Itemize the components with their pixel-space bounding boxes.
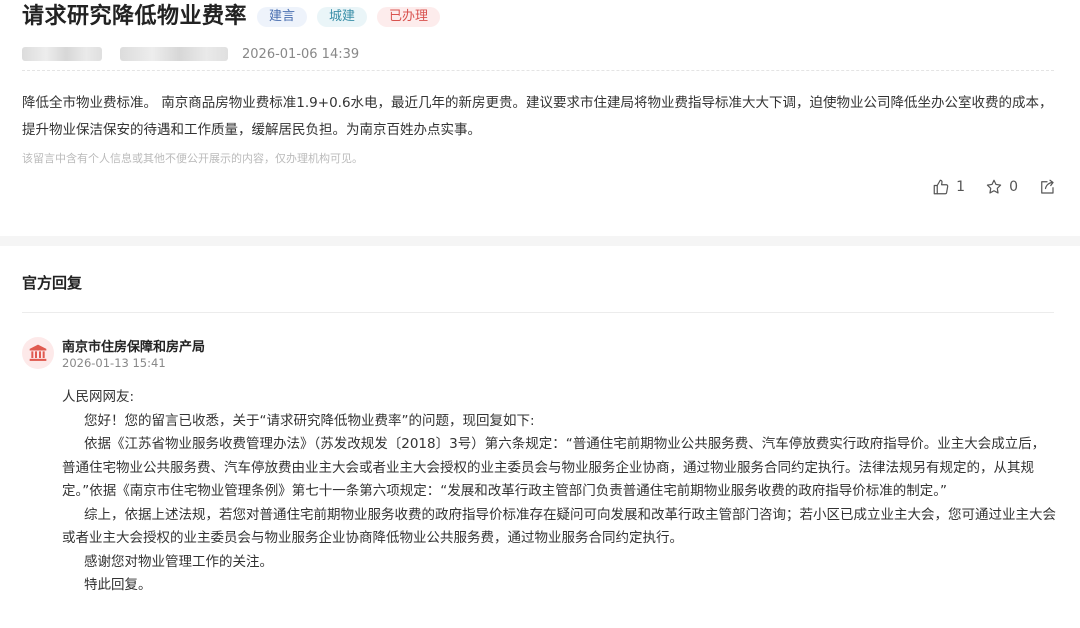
tag-category[interactable]: 建言 <box>257 7 308 27</box>
share-button[interactable] <box>1038 178 1056 196</box>
tag-domain[interactable]: 城建 <box>317 7 368 27</box>
government-building-icon <box>22 337 54 369</box>
reply-body: 人民网网友: 您好！您的留言已收悉，关于“请求研究降低物业费率”的问题，现回复如… <box>62 386 1058 598</box>
redacted-location <box>120 47 228 61</box>
reply-paragraph: 感谢您对物业管理工作的关注。 <box>84 553 273 570</box>
favorite-button[interactable]: 0 <box>985 178 1018 196</box>
message-meta: 2026-01-06 14:39 <box>22 44 359 64</box>
reply-datetime: 2026-01-13 15:41 <box>62 356 166 370</box>
title-row: 请求研究降低物业费率 建言 城建 已办理 <box>22 2 441 32</box>
thumbs-up-icon <box>933 179 949 195</box>
message-body: 降低全市物业费标准。 南京商品房物业费标准1.9+0.6水电，最近几年的新房更贵… <box>22 95 1053 138</box>
department-name: 南京市住房保障和房产局 <box>62 340 206 355</box>
divider <box>22 70 1054 71</box>
section-gap <box>0 236 1080 246</box>
message-title: 请求研究降低物业费率 <box>22 4 248 29</box>
reply-paragraph: 依据《江苏省物业服务收费管理办法》（苏发改规发〔2018〕3号）第六条规定：“普… <box>62 436 1046 499</box>
message-actions: 1 0 <box>912 178 1056 196</box>
tag-status: 已办理 <box>377 7 441 27</box>
star-icon <box>986 179 1002 194</box>
reply-salutation: 人民网网友: <box>62 389 135 405</box>
redacted-author <box>22 47 102 61</box>
message-datetime: 2026-01-06 14:39 <box>242 46 360 62</box>
message-card: 请求研究降低物业费率 建言 城建 已办理 2026-01-06 14:39 降低… <box>0 0 1080 236</box>
official-reply-heading: 官方回复 <box>22 274 83 292</box>
like-count: 1 <box>956 179 966 195</box>
reply-paragraph: 特此回复。 <box>84 577 152 593</box>
share-icon <box>1041 179 1054 194</box>
reply-paragraph: 您好！您的留言已收悉，关于“请求研究降低物业费率”的问题，现回复如下: <box>84 412 535 429</box>
reply-paragraph: 综上，依据上述法规，若您对普通住宅前期物业服务收费的政府指导价标准存在疑问可向发… <box>62 506 1056 547</box>
like-button[interactable]: 1 <box>932 178 965 196</box>
favorite-count: 0 <box>1009 179 1018 195</box>
privacy-note: 该留言中含有个人信息或其他不便公开展示的内容，仅办理机构可见。 <box>22 152 363 165</box>
divider <box>22 312 1054 313</box>
